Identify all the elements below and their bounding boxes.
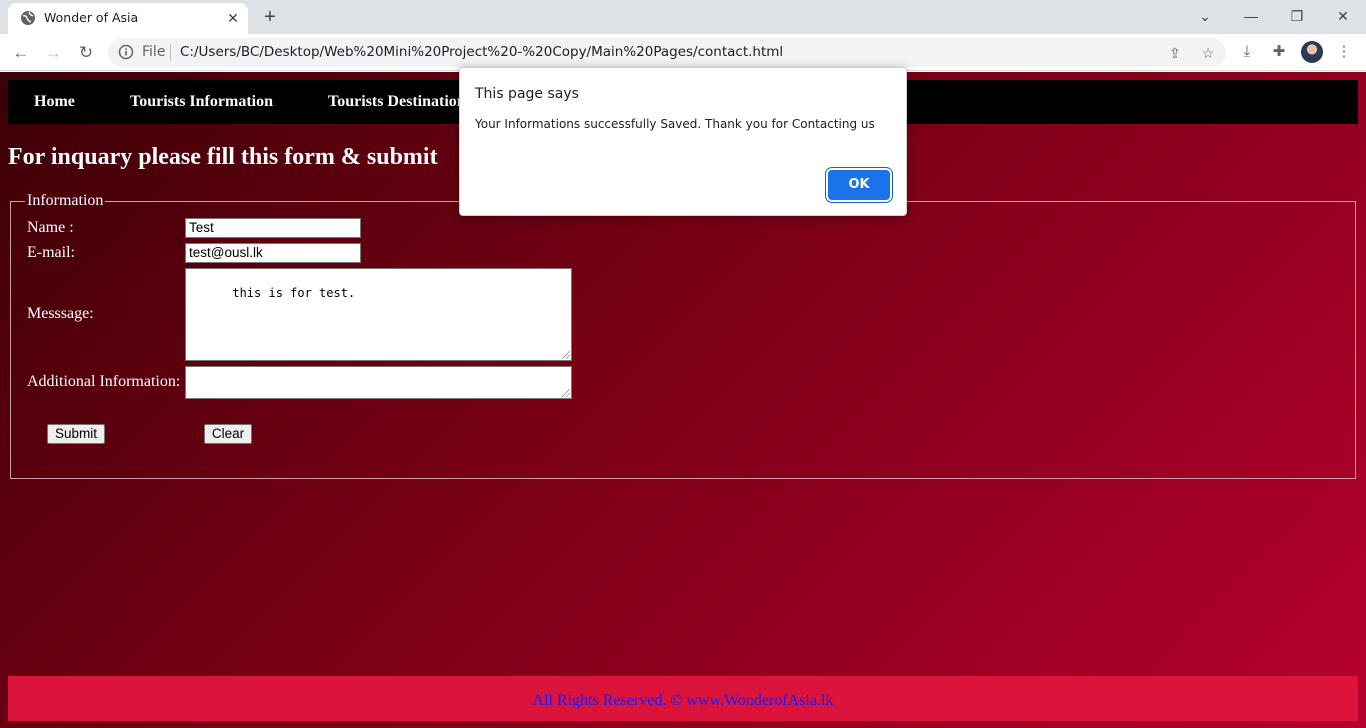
clear-button[interactable]: Clear: [204, 424, 252, 444]
message-label: Messsage:: [27, 305, 94, 322]
close-icon[interactable]: ✕: [224, 9, 242, 27]
email-label: E-mail:: [27, 244, 75, 261]
additional-info-label: Additional Information:: [27, 373, 181, 390]
site-footer: All Rights Reserved. © www.WonderofAsia.…: [8, 676, 1358, 721]
address-bar[interactable]: File C:/Users/BC/Desktop/Web%20Mini%20Pr…: [108, 38, 1226, 67]
ok-button[interactable]: OK: [828, 170, 890, 200]
arrow-right-icon[interactable]: →: [40, 40, 66, 66]
dialog-message: Your Informations successfully Saved. Th…: [475, 117, 875, 131]
url-text[interactable]: C:/Users/BC/Desktop/Web%20Mini%20Project…: [180, 44, 783, 60]
submit-button[interactable]: Submit: [47, 424, 105, 444]
dialog-title: This page says: [475, 86, 579, 102]
browser-toolbar: ← → ↻ File C:/Users/BC/Desktop/Web%20Min…: [0, 34, 1366, 71]
reload-icon[interactable]: ↻: [73, 40, 99, 66]
resize-handle-icon[interactable]: [562, 389, 570, 397]
window-close-icon[interactable]: ✕: [1329, 4, 1357, 28]
message-text: this is for test.: [232, 286, 356, 300]
email-field[interactable]: test@ousl.lk: [185, 243, 361, 263]
nav-link-home[interactable]: Home: [34, 93, 75, 111]
nav-link-tourists-destination[interactable]: Tourists Destination: [328, 93, 466, 111]
kebab-menu-icon[interactable]: ⋮: [1333, 41, 1355, 63]
name-label: Name :: [27, 219, 74, 236]
minimize-icon[interactable]: —: [1237, 4, 1265, 28]
share-icon[interactable]: ⇪: [1165, 43, 1185, 63]
star-icon[interactable]: ☆: [1198, 43, 1218, 63]
alert-dialog: This page says Your Informations success…: [459, 67, 907, 216]
restore-icon[interactable]: ❐: [1283, 4, 1311, 28]
puzzle-icon[interactable]: ✚: [1268, 41, 1290, 63]
download-icon[interactable]: ⤓: [1236, 41, 1258, 63]
arrow-left-icon[interactable]: ←: [8, 40, 34, 66]
form-legend: Information: [25, 192, 106, 210]
additional-info-textarea[interactable]: [185, 366, 572, 399]
info-icon[interactable]: [118, 44, 134, 60]
footer-copyright: All Rights Reserved. © www.WonderofAsia.…: [532, 692, 834, 709]
url-scheme: File: [142, 44, 166, 60]
page-title: For inquary please fill this form & subm…: [8, 144, 438, 170]
nav-link-tourists-information[interactable]: Tourists Information: [130, 93, 273, 111]
plus-icon[interactable]: +: [258, 5, 282, 29]
name-field[interactable]: Test: [185, 218, 361, 238]
chevron-down-icon[interactable]: ⌄: [1191, 4, 1219, 28]
browser-tab-strip: Wonder of Asia ✕ + ⌄ — ❐ ✕: [0, 0, 1366, 34]
browser-tab[interactable]: Wonder of Asia ✕: [8, 3, 248, 34]
divider: [170, 44, 171, 61]
tab-title: Wonder of Asia: [44, 10, 139, 25]
resize-handle-icon[interactable]: [562, 351, 570, 359]
globe-icon: [20, 10, 36, 26]
avatar[interactable]: [1301, 41, 1323, 63]
message-textarea[interactable]: this is for test.: [185, 268, 572, 361]
contact-form: Information Name : Test E-mail: test@ous…: [10, 192, 1356, 479]
